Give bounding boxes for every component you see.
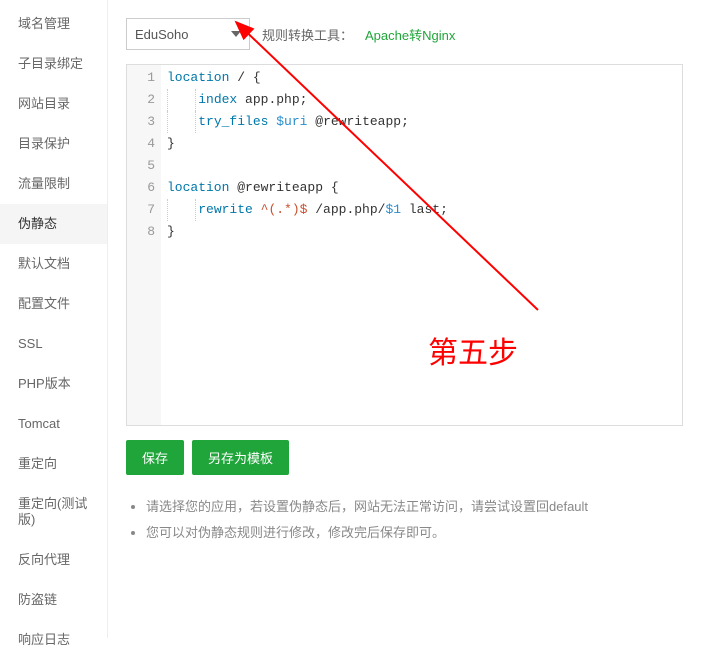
main-panel: EduSoho 规则转换工具： Apache转Nginx 12345678 lo… <box>108 0 701 638</box>
sidebar-item[interactable]: 默认文档 <box>0 244 107 284</box>
line-gutter: 12345678 <box>127 65 161 425</box>
sidebar-item[interactable]: 配置文件 <box>0 284 107 324</box>
tip-item: 请选择您的应用，若设置伪静态后，网站无法正常访问，请尝试设置回default <box>146 497 683 517</box>
button-row: 保存 另存为模板 <box>126 440 683 475</box>
sidebar: 域名管理子目录绑定网站目录目录保护流量限制伪静态默认文档配置文件SSLPHP版本… <box>0 0 108 638</box>
tip-item: 您可以对伪静态规则进行修改，修改完后保存即可。 <box>146 523 683 543</box>
tips-list: 请选择您的应用，若设置伪静态后，网站无法正常访问，请尝试设置回default 您可… <box>126 497 683 543</box>
save-as-template-button[interactable]: 另存为模板 <box>192 440 289 475</box>
template-select-value: EduSoho <box>135 27 189 42</box>
apache-to-nginx-link[interactable]: Apache转Nginx <box>365 25 455 44</box>
sidebar-item[interactable]: 响应日志 <box>0 620 107 660</box>
save-button[interactable]: 保存 <box>126 440 184 475</box>
sidebar-item[interactable]: 子目录绑定 <box>0 44 107 84</box>
sidebar-item[interactable]: 防盗链 <box>0 580 107 620</box>
sidebar-item[interactable]: PHP版本 <box>0 364 107 404</box>
sidebar-item[interactable]: 目录保护 <box>0 124 107 164</box>
sidebar-item[interactable]: 流量限制 <box>0 164 107 204</box>
sidebar-item[interactable]: 反向代理 <box>0 540 107 580</box>
template-select[interactable]: EduSoho <box>126 18 250 50</box>
chevron-down-icon <box>231 31 241 37</box>
sidebar-item[interactable]: Tomcat <box>0 404 107 444</box>
convert-tool-label: 规则转换工具： <box>262 25 353 44</box>
sidebar-item[interactable]: 重定向(测试版) <box>0 484 107 540</box>
sidebar-item[interactable]: 域名管理 <box>0 4 107 44</box>
toolbar: EduSoho 规则转换工具： Apache转Nginx <box>126 18 683 50</box>
sidebar-item[interactable]: 重定向 <box>0 444 107 484</box>
code-editor[interactable]: 12345678 location / { index app.php; try… <box>126 64 683 426</box>
sidebar-item[interactable]: 伪静态 <box>0 204 107 244</box>
code-area[interactable]: location / { index app.php; try_files $u… <box>161 65 682 425</box>
sidebar-item[interactable]: SSL <box>0 324 107 364</box>
sidebar-item[interactable]: 网站目录 <box>0 84 107 124</box>
